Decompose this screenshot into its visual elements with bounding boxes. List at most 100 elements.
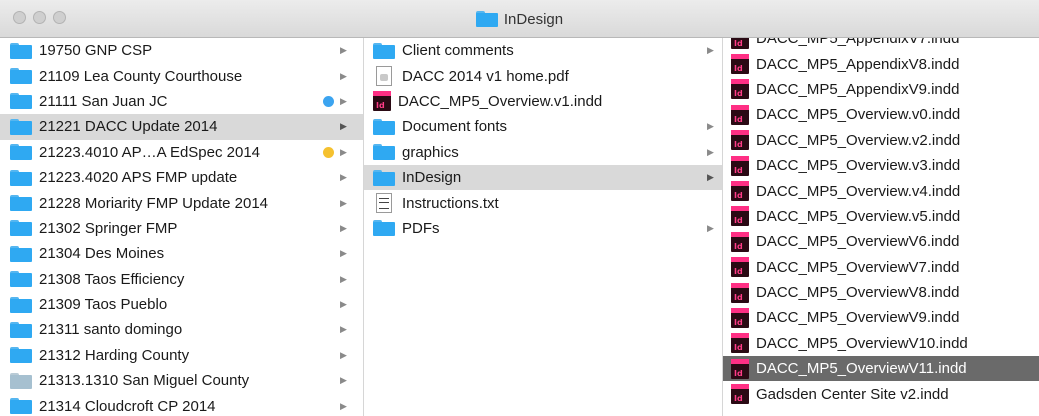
list-item[interactable]: Instructions.txt	[364, 190, 722, 215]
list-item[interactable]: Document fonts ▶	[364, 114, 722, 139]
indesign-file-icon: Id	[731, 79, 749, 100]
list-item[interactable]: InDesign ▶	[364, 164, 722, 191]
indesign-icon-glyph: Id	[734, 191, 743, 201]
list-item[interactable]: 21308 Taos Efficiency ▶	[0, 267, 363, 292]
item-label: DACC 2014 v1 home.pdf	[402, 67, 569, 85]
list-item[interactable]: 21312 Harding County ▶	[0, 343, 363, 368]
item-label: DACC_MP5_Overview.v1.indd	[398, 92, 603, 110]
item-label: DACC_MP5_OverviewV10.indd	[756, 334, 968, 352]
list-item[interactable]: Id DACC_MP5_Overview.v3.indd	[723, 153, 1039, 178]
list-item[interactable]: 21311 santo domingo ▶	[0, 317, 363, 342]
list-item[interactable]: Id DACC_MP5_AppendixV9.indd	[723, 77, 1039, 102]
disclosure-arrow-icon: ▶	[340, 197, 347, 208]
list-item[interactable]: Id DACC_MP5_Overview.v5.indd	[723, 204, 1039, 229]
list-item[interactable]: Id DACC_MP5_Overview.v4.indd	[723, 178, 1039, 203]
column-2[interactable]: Client comments ▶ DACC 2014 v1 home.pdf Id D…	[364, 38, 723, 416]
disclosure-arrow-icon: ▶	[340, 299, 347, 310]
item-label: DACC_MP5_Overview.v3.indd	[756, 157, 961, 175]
folder-icon	[10, 169, 32, 186]
indesign-icon-glyph: Id	[734, 267, 743, 277]
list-item[interactable]: 19750 GNP CSP ▶	[0, 38, 363, 63]
indesign-file-icon: Id	[731, 333, 749, 354]
disclosure-arrow-icon: ▶	[707, 146, 714, 157]
indesign-icon-glyph: Id	[734, 368, 743, 378]
list-item[interactable]: PDFs ▶	[364, 216, 722, 241]
list-item[interactable]: Client comments ▶	[364, 38, 722, 63]
indesign-file-icon: Id	[731, 358, 749, 379]
disclosure-arrow-icon: ▶	[340, 70, 347, 81]
list-item[interactable]: 21223.4020 APS FMP update ▶	[0, 165, 363, 190]
item-label: graphics	[402, 143, 459, 161]
indesign-file-icon: Id	[731, 231, 749, 252]
list-item[interactable]: 21313.1310 San Miguel County ▶	[0, 368, 363, 393]
item-label: 21223.4020 APS FMP update	[39, 169, 238, 187]
list-item[interactable]: 21111 San Juan JC ▶	[0, 89, 363, 114]
disclosure-arrow-icon: ▶	[707, 222, 714, 233]
list-item[interactable]: Id DACC_MP5_Overview.v1.indd	[364, 89, 722, 114]
disclosure-arrow-icon: ▶	[340, 172, 347, 183]
column-1[interactable]: 19750 GNP CSP ▶ 21109 Lea County Courthous…	[0, 38, 364, 416]
list-item[interactable]: 21228 Moriarity FMP Update 2014 ▶	[0, 190, 363, 215]
list-item[interactable]: 21304 Des Moines ▶	[0, 241, 363, 266]
disclosure-arrow-icon: ▶	[340, 248, 347, 259]
list-item[interactable]: Id DACC_MP5_AppendixV8.indd	[723, 51, 1039, 76]
list-item[interactable]: 21302 Springer FMP ▶	[0, 216, 363, 241]
indesign-icon-glyph: Id	[734, 343, 743, 353]
disclosure-arrow-icon: ▶	[340, 222, 347, 233]
indesign-file-icon: Id	[731, 257, 749, 278]
list-item[interactable]: 21109 Lea County Courthouse ▶	[0, 63, 363, 88]
list-item[interactable]: Id DACC_MP5_AppendixV7.indd	[723, 38, 1039, 51]
list-item[interactable]: DACC 2014 v1 home.pdf	[364, 63, 722, 88]
folder-icon	[10, 245, 32, 262]
item-label: Gadsden Center Site v2.indd	[756, 385, 949, 403]
item-label: DACC_MP5_Overview.v4.indd	[756, 182, 961, 200]
item-label: DACC_MP5_Overview.v5.indd	[756, 207, 961, 225]
list-item[interactable]: 21223.4010 AP…A EdSpec 2014 ▶	[0, 140, 363, 165]
item-label: Instructions.txt	[402, 194, 499, 212]
list-item[interactable]: Id DACC_MP5_OverviewV11.indd	[723, 356, 1039, 382]
folder-icon	[10, 372, 32, 389]
title-bar: InDesign	[0, 0, 1039, 38]
folder-icon	[475, 11, 498, 27]
window-title: InDesign	[0, 0, 1039, 38]
indesign-file-icon: Id	[731, 384, 749, 405]
window-title-text: InDesign	[503, 10, 564, 28]
indesign-icon-glyph: Id	[734, 38, 743, 48]
list-item[interactable]: Id DACC_MP5_OverviewV8.indd	[723, 280, 1039, 305]
item-label: 19750 GNP CSP	[39, 42, 153, 60]
blue-tag-dot	[323, 95, 334, 107]
text-file-icon	[376, 193, 392, 214]
indesign-icon-glyph: Id	[734, 64, 743, 74]
list-item[interactable]: 21309 Taos Pueblo ▶	[0, 292, 363, 317]
folder-icon	[10, 42, 32, 59]
disclosure-arrow-icon: ▶	[707, 45, 714, 56]
indesign-file-icon: Id	[731, 104, 749, 125]
item-label: 21313.1310 San Miguel County	[39, 372, 250, 390]
item-label: DACC_MP5_Overview.v0.indd	[756, 106, 961, 124]
folder-icon	[373, 220, 395, 237]
list-item[interactable]: Id DACC_MP5_OverviewV6.indd	[723, 229, 1039, 254]
item-label: DACC_MP5_Overview.v2.indd	[756, 131, 961, 149]
list-item[interactable]: Id DACC_MP5_Overview.v2.indd	[723, 128, 1039, 153]
yellow-tag-dot	[323, 146, 334, 158]
list-item[interactable]: Id Gadsden Center Site v2.indd	[723, 381, 1039, 406]
column-3[interactable]: Id DACC_MP5_AppendixV7.indd Id DACC_MP5_App…	[723, 38, 1039, 416]
list-item[interactable]: Id DACC_MP5_OverviewV10.indd	[723, 331, 1039, 356]
item-label: DACC_MP5_AppendixV8.indd	[756, 55, 960, 73]
item-label: 21309 Taos Pueblo	[39, 296, 168, 314]
list-item[interactable]: Id DACC_MP5_OverviewV9.indd	[723, 305, 1039, 330]
item-label: DACC_MP5_OverviewV6.indd	[756, 233, 960, 251]
list-item[interactable]: 21221 DACC Update 2014 ▶	[0, 114, 363, 140]
indesign-file-icon: Id	[731, 206, 749, 227]
disclosure-arrow-icon: ▶	[707, 172, 714, 183]
list-item[interactable]: graphics ▶	[364, 140, 722, 165]
list-item[interactable]: 21314 Cloudcroft CP 2014 ▶	[0, 393, 363, 416]
indesign-file-icon: Id	[731, 38, 749, 49]
item-label: 21221 DACC Update 2014	[39, 118, 218, 136]
pdf-file-icon	[376, 66, 392, 87]
item-label: 21308 Taos Efficiency	[39, 270, 185, 288]
indesign-icon-glyph: Id	[734, 317, 743, 327]
item-label: DACC_MP5_OverviewV7.indd	[756, 258, 960, 276]
list-item[interactable]: Id DACC_MP5_OverviewV7.indd	[723, 255, 1039, 280]
list-item[interactable]: Id DACC_MP5_Overview.v0.indd	[723, 102, 1039, 127]
